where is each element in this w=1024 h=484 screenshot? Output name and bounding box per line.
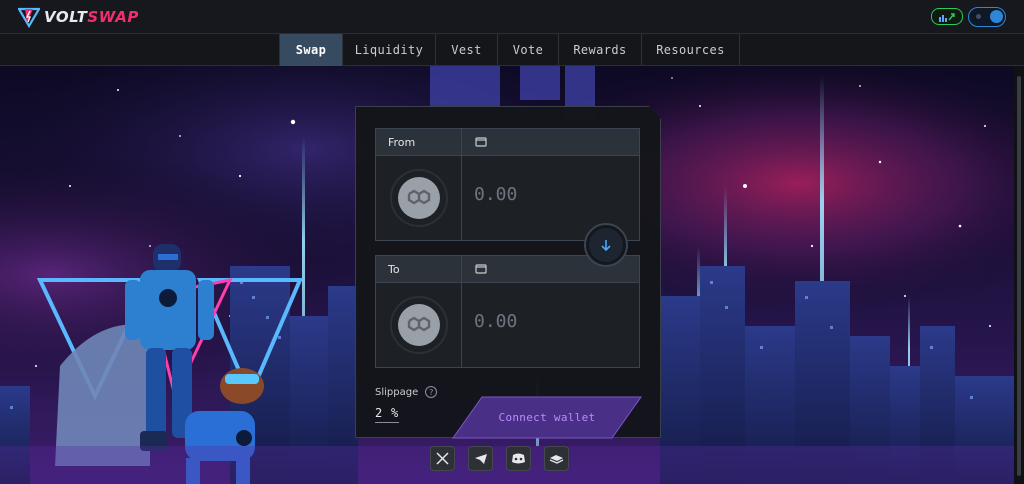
nav-tabs: Swap Liquidity Vest Vote Rewards Resourc… [279,34,740,66]
tab-resources[interactable]: Resources [642,34,740,66]
moon-icon [990,10,1003,23]
x-icon [436,452,449,465]
stats-button[interactable] [931,8,963,25]
tab-vote[interactable]: Vote [498,34,559,66]
flip-button-core [589,228,623,262]
from-divider [461,129,462,240]
chart-trend-icon [939,12,955,22]
telegram-link[interactable] [468,446,493,471]
slippage-percent: % [391,406,399,420]
polygon-icon [398,177,440,219]
docs-icon [549,454,564,464]
to-token-ring [390,296,448,354]
tab-swap[interactable]: Swap [279,34,343,66]
connect-wallet-button[interactable]: Connect wallet [452,395,642,440]
scrollbar-thumb[interactable] [1017,76,1021,476]
social-links [430,446,569,471]
connect-wallet-label: Connect wallet [498,411,596,424]
to-label: To [388,263,400,276]
from-token-selector[interactable] [376,156,461,241]
toggle-track-dot [976,14,981,19]
theme-toggle[interactable] [968,7,1006,27]
from-amount-input[interactable] [474,181,624,207]
slippage-label-text: Slippage [375,386,419,398]
wallet-icon [475,264,487,274]
from-token-ring [390,169,448,227]
swap-to-box: To [375,255,640,368]
logo-text-volt: VOLT [44,8,88,26]
telegram-icon [474,453,487,464]
tab-vest[interactable]: Vest [436,34,498,66]
voltswap-page: VOLT SWAP Swap Liquidity Vest Vote Reward… [0,0,1024,484]
discord-icon [512,453,525,464]
wallet-icon [475,137,487,147]
tab-liquidity[interactable]: Liquidity [343,34,436,66]
help-icon[interactable]: ? [425,386,438,398]
polygon-icon [398,304,440,346]
docs-link[interactable] [544,446,569,471]
slippage-label: Slippage ? [375,386,438,398]
top-header: VOLT SWAP [0,0,1024,34]
flip-tokens-button[interactable] [584,223,628,267]
volt-triangle-icon [18,7,40,28]
discord-link[interactable] [506,446,531,471]
voltswap-logo[interactable]: VOLT SWAP [18,6,139,28]
from-label: From [388,136,416,149]
to-token-selector[interactable] [376,283,461,368]
logo-text-swap: SWAP [87,8,139,26]
tab-rewards[interactable]: Rewards [559,34,642,66]
x-link[interactable] [430,446,455,471]
arrow-down-icon [601,240,611,252]
page-scrollbar[interactable] [1014,66,1024,484]
to-divider [461,256,462,367]
main-navbar: Swap Liquidity Vest Vote Rewards Resourc… [0,34,1024,66]
from-header: From [376,129,639,156]
to-amount-input[interactable] [474,308,624,334]
